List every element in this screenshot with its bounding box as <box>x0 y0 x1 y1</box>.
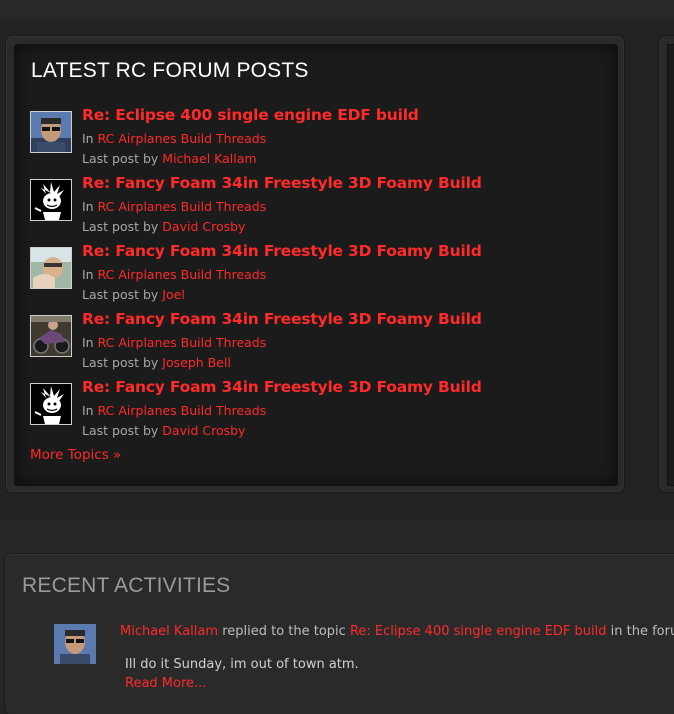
cartoon-character-avatar[interactable] <box>30 179 72 221</box>
forum-link[interactable]: RC Airplanes Build Threads <box>98 403 267 418</box>
latest-posts-title: LATEST RC FORUM POSTS <box>31 59 309 82</box>
author-link[interactable]: Michael Kallam <box>162 151 256 166</box>
post-title-link[interactable]: Re: Eclipse 400 single engine EDF build <box>82 106 419 124</box>
post-item: Re: Eclipse 400 single engine EDF build … <box>30 106 610 175</box>
recent-activities-title: RECENT ACTIVITIES <box>22 574 231 597</box>
top-band <box>0 0 674 21</box>
activity-quote: Ill do it Sunday, im out of town atm. <box>125 657 359 672</box>
post-forum-line: In RC Airplanes Build Threads <box>82 335 266 350</box>
man-sunglasses-avatar[interactable] <box>30 111 72 153</box>
post-forum-line: In RC Airplanes Build Threads <box>82 131 266 146</box>
post-author-line: Last post by Joel <box>82 287 185 302</box>
author-link[interactable]: David Crosby <box>162 219 245 234</box>
activity-suffix-text: in the forum <box>610 624 674 639</box>
side-panel-inner <box>667 44 674 486</box>
author-link[interactable]: Joel <box>162 287 185 302</box>
cartoon-character-avatar[interactable] <box>30 383 72 425</box>
author-link[interactable]: Joseph Bell <box>162 355 231 370</box>
post-item: Re: Fancy Foam 34in Freestyle 3D Foamy B… <box>30 242 610 311</box>
activity-topic-link[interactable]: Re: Eclipse 400 single engine EDF build <box>350 624 607 639</box>
post-title-link[interactable]: Re: Fancy Foam 34in Freestyle 3D Foamy B… <box>82 174 482 192</box>
read-more-link[interactable]: Read More... <box>125 676 206 691</box>
forum-link[interactable]: RC Airplanes Build Threads <box>98 131 267 146</box>
activity-line: Michael Kallam replied to the topic Re: … <box>120 624 674 639</box>
post-author-line: Last post by David Crosby <box>82 423 245 438</box>
forum-link[interactable]: RC Airplanes Build Threads <box>98 335 267 350</box>
in-label: In <box>82 403 94 418</box>
forum-link[interactable]: RC Airplanes Build Threads <box>98 199 267 214</box>
post-author-line: Last post by Joseph Bell <box>82 355 231 370</box>
post-title-link[interactable]: Re: Fancy Foam 34in Freestyle 3D Foamy B… <box>82 310 482 328</box>
motorcycle-photo-avatar[interactable] <box>30 315 72 357</box>
man-sunglasses-avatar[interactable] <box>54 624 96 664</box>
post-item: Re: Fancy Foam 34in Freestyle 3D Foamy B… <box>30 310 610 379</box>
post-forum-line: In RC Airplanes Build Threads <box>82 267 266 282</box>
post-title-link[interactable]: Re: Fancy Foam 34in Freestyle 3D Foamy B… <box>82 242 482 260</box>
man-photo-avatar[interactable] <box>30 247 72 289</box>
post-forum-line: In RC Airplanes Build Threads <box>82 199 266 214</box>
last-post-label: Last post by <box>82 219 159 234</box>
forum-link[interactable]: RC Airplanes Build Threads <box>98 267 267 282</box>
last-post-label: Last post by <box>82 151 159 166</box>
activity-actor-link[interactable]: Michael Kallam <box>120 624 218 639</box>
in-label: In <box>82 335 94 350</box>
post-author-line: Last post by David Crosby <box>82 219 245 234</box>
post-item: Re: Fancy Foam 34in Freestyle 3D Foamy B… <box>30 378 610 447</box>
post-item: Re: Fancy Foam 34in Freestyle 3D Foamy B… <box>30 174 610 243</box>
in-label: In <box>82 199 94 214</box>
last-post-label: Last post by <box>82 355 159 370</box>
last-post-label: Last post by <box>82 287 159 302</box>
post-title-link[interactable]: Re: Fancy Foam 34in Freestyle 3D Foamy B… <box>82 378 482 396</box>
in-label: In <box>82 267 94 282</box>
author-link[interactable]: David Crosby <box>162 423 245 438</box>
more-topics-link[interactable]: More Topics » <box>30 447 121 463</box>
in-label: In <box>82 131 94 146</box>
post-forum-line: In RC Airplanes Build Threads <box>82 403 266 418</box>
last-post-label: Last post by <box>82 423 159 438</box>
post-author-line: Last post by Michael Kallam <box>82 151 257 166</box>
activity-action-text: replied to the topic <box>222 624 346 639</box>
